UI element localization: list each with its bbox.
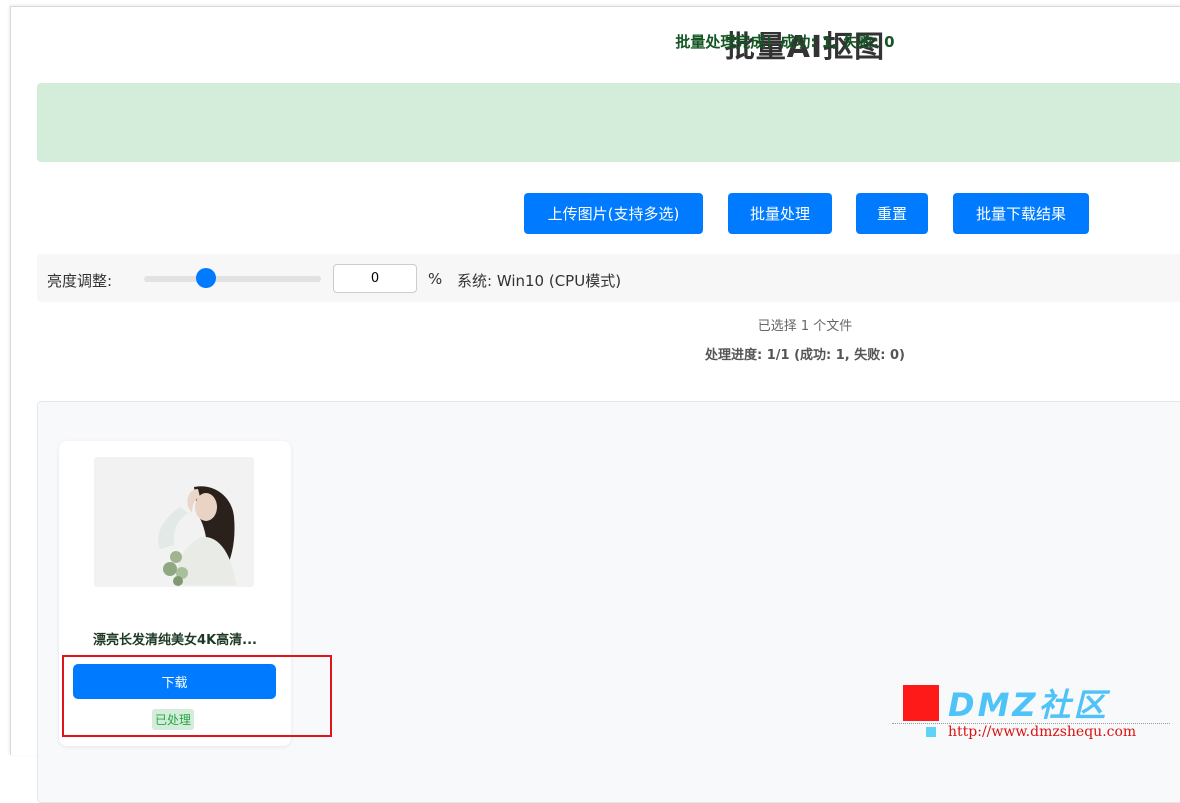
batch-download-button[interactable]: 批量下载结果 (953, 193, 1089, 234)
batch-process-button[interactable]: 批量处理 (728, 193, 832, 234)
result-thumbnail (94, 457, 254, 587)
download-button[interactable]: 下载 (73, 664, 276, 699)
progress-text: 处理进度: 1/1 (成功: 1, 失败: 0) (705, 348, 905, 363)
brightness-slider[interactable] (144, 276, 321, 282)
brightness-label: 亮度调整: (47, 272, 113, 290)
percent-sign: % (428, 270, 443, 288)
watermark-logo-accent (926, 727, 936, 737)
success-message: 批量处理完成！成功: 1, 失败: 0 (675, 33, 895, 51)
success-banner (37, 83, 1180, 162)
brightness-input[interactable] (333, 264, 417, 293)
watermark-url: http://www.dmzshequ.com (948, 724, 1137, 740)
watermark-brand: DMZ社区 (948, 686, 1109, 724)
controls-bar: 亮度调整: % 系统: Win10 (CPU模式) (37, 254, 1180, 302)
watermark-logo-square (903, 685, 939, 721)
reset-button[interactable]: 重置 (856, 193, 928, 234)
watermark: DMZ社区 http://www.dmzshequ.com (890, 680, 1172, 744)
file-count-text: 已选择 1 个文件 (757, 319, 853, 334)
portrait-image-icon (94, 457, 254, 587)
upload-button[interactable]: 上传图片(支持多选) (524, 193, 703, 234)
status-badge: 已处理 (152, 709, 195, 730)
system-info: 系统: Win10 (CPU模式) (457, 272, 622, 290)
brightness-slider-thumb[interactable] (196, 268, 216, 288)
result-card: 漂亮长发清纯美女4K高清... 下载 已处理 (59, 441, 291, 746)
result-filename: 漂亮长发清纯美女4K高清... (93, 633, 257, 648)
